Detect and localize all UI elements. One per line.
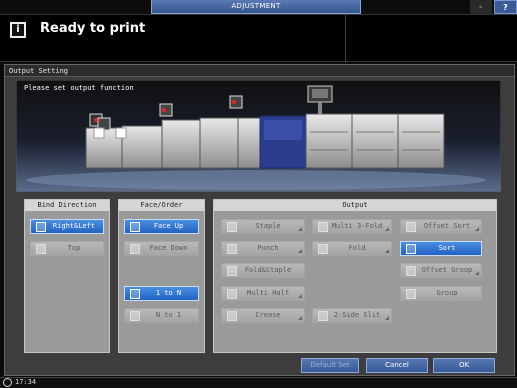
order-n-to-1-icon bbox=[130, 311, 140, 321]
status-message: Ready to print bbox=[40, 21, 146, 36]
offset-sort-button[interactable]: Offset Sort bbox=[400, 219, 482, 234]
offset-group-icon bbox=[406, 266, 416, 276]
bind-top-icon bbox=[36, 244, 46, 254]
punch-button[interactable]: Punch bbox=[221, 241, 305, 256]
fold-staple-button[interactable]: Fold&Staple bbox=[221, 263, 305, 278]
help-button[interactable]: ? bbox=[494, 0, 517, 14]
two-side-slit-icon bbox=[318, 311, 328, 321]
output-panel: Output Staple Punch Fold&Staple Multi Ha… bbox=[213, 199, 497, 353]
face-up-icon bbox=[130, 222, 140, 232]
bind-right-left-icon bbox=[36, 222, 46, 232]
staple-icon bbox=[227, 222, 237, 232]
speaker-icon[interactable]: ▸ bbox=[470, 0, 492, 14]
instruction-text: Please set output function bbox=[24, 84, 134, 92]
clock-time: 17:34 bbox=[15, 378, 37, 386]
multi-3-fold-button[interactable]: Multi 3-Fold bbox=[312, 219, 392, 234]
face-order-panel: Face/Order Face Up Face Down 1 to N N to… bbox=[118, 199, 205, 353]
bind-direction-panel: Bind Direction Right&Left Top bbox=[24, 199, 110, 353]
fold-icon bbox=[318, 244, 328, 254]
adjustment-tab[interactable]: ADJUSTMENT bbox=[151, 0, 361, 14]
order-1-to-n-button[interactable]: 1 to N bbox=[124, 286, 199, 301]
face-down-icon bbox=[130, 244, 140, 254]
crease-button[interactable]: Crease bbox=[221, 308, 305, 323]
clock-icon bbox=[3, 378, 12, 387]
window-title: Output Setting bbox=[5, 65, 514, 77]
multi-half-icon bbox=[227, 289, 237, 299]
ok-button[interactable]: OK bbox=[433, 358, 495, 373]
two-side-slit-button[interactable]: 2-Side Slit bbox=[312, 308, 392, 323]
group-icon bbox=[406, 289, 416, 299]
bind-right-left-button[interactable]: Right&Left bbox=[30, 219, 104, 234]
face-order-title: Face/Order bbox=[119, 200, 204, 211]
info-icon: i bbox=[10, 22, 26, 38]
default-set-button[interactable]: Default Set bbox=[301, 358, 359, 373]
bind-top-button[interactable]: Top bbox=[30, 241, 104, 256]
sort-button[interactable]: Sort bbox=[400, 241, 482, 256]
order-n-to-1-button[interactable]: N to 1 bbox=[124, 308, 199, 323]
cancel-button[interactable]: Cancel bbox=[366, 358, 428, 373]
output-title: Output bbox=[214, 200, 496, 211]
face-down-button[interactable]: Face Down bbox=[124, 241, 199, 256]
offset-group-button[interactable]: Offset Group bbox=[400, 263, 482, 278]
multi-half-button[interactable]: Multi Half bbox=[221, 286, 305, 301]
bind-direction-title: Bind Direction bbox=[25, 200, 109, 211]
punch-icon bbox=[227, 244, 237, 254]
multi-3-fold-icon bbox=[318, 222, 328, 232]
group-button[interactable]: Group bbox=[400, 286, 482, 301]
crease-icon bbox=[227, 311, 237, 321]
clock-bar bbox=[0, 377, 517, 388]
fold-button[interactable]: Fold bbox=[312, 241, 392, 256]
printer-illustration bbox=[16, 80, 501, 192]
staple-button[interactable]: Staple bbox=[221, 219, 305, 234]
fold-staple-icon bbox=[227, 266, 237, 276]
sort-icon bbox=[406, 244, 416, 254]
offset-sort-icon bbox=[406, 222, 416, 232]
face-up-button[interactable]: Face Up bbox=[124, 219, 199, 234]
order-1-to-n-icon bbox=[130, 289, 140, 299]
